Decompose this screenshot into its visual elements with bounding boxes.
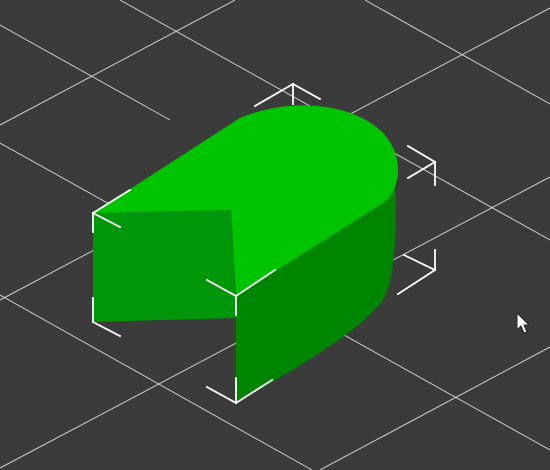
model-left-face — [93, 210, 236, 322]
grid-line — [319, 346, 550, 470]
grid-line — [364, 0, 550, 105]
3d-viewport[interactable] — [0, 0, 550, 470]
cylinder-model[interactable] — [93, 105, 399, 403]
grid-line — [0, 0, 236, 126]
mouse-pointer-arrow-icon — [516, 311, 531, 334]
scene-canvas[interactable] — [0, 0, 550, 470]
grid-line — [0, 24, 171, 121]
